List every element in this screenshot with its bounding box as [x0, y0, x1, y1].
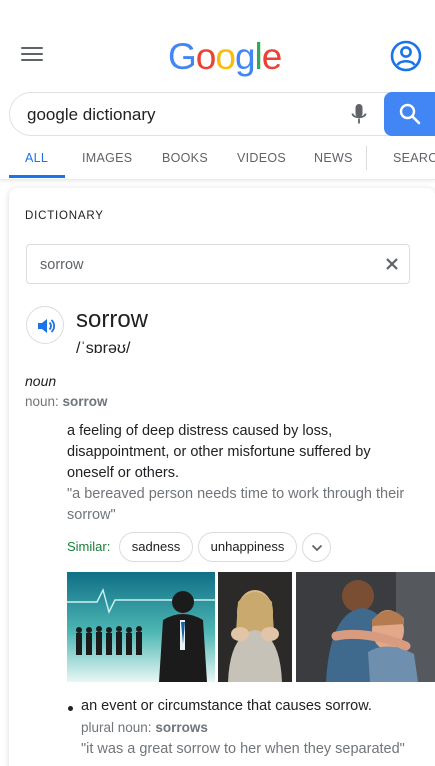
- tab-images[interactable]: IMAGES: [82, 151, 132, 165]
- plural-word: sorrows: [155, 720, 208, 735]
- active-tab-indicator: [9, 175, 65, 178]
- tab-search[interactable]: SEARCH: [393, 151, 435, 165]
- dictionary-search-field[interactable]: sorrow: [26, 244, 410, 284]
- tab-news[interactable]: NEWS: [314, 151, 353, 165]
- similar-chip-sadness[interactable]: sadness: [119, 532, 193, 562]
- search-tabs: ALL IMAGES BOOKS VIDEOS NEWS SEARCH: [0, 140, 435, 180]
- noun-prefix: noun:: [25, 394, 63, 409]
- tab-videos[interactable]: VIDEOS: [237, 151, 286, 165]
- phonetic-transcription: /ˈsɒrəʊ/: [76, 340, 131, 357]
- dictionary-heading: DICTIONARY: [25, 210, 104, 222]
- similar-label: Similar:: [67, 539, 111, 554]
- noun-form: noun: sorrow: [25, 394, 108, 409]
- top-bar: Google: [0, 0, 435, 90]
- image-business-silhouettes[interactable]: [67, 572, 215, 682]
- tab-books[interactable]: BOOKS: [162, 151, 208, 165]
- bullet-point: [68, 706, 73, 711]
- headword: sorrow: [76, 306, 149, 333]
- image-comforting-hug[interactable]: [296, 572, 435, 682]
- dictionary-search-value[interactable]: sorrow: [40, 257, 84, 273]
- pronunciation-speaker-button[interactable]: [26, 306, 64, 344]
- account-circle-icon[interactable]: [389, 39, 423, 73]
- definition-2: an event or circumstance that causes sor…: [81, 698, 372, 714]
- definition-1: a feeling of deep distress caused by los…: [67, 423, 371, 481]
- noun-word: sorrow: [62, 394, 108, 409]
- search-icon: [399, 103, 421, 125]
- tab-all[interactable]: ALL: [25, 151, 48, 165]
- part-of-speech: noun: [25, 373, 57, 389]
- google-logo[interactable]: Google: [168, 36, 282, 78]
- speaker-icon: [38, 319, 56, 333]
- example-1: "a bereaved person needs time to work th…: [67, 486, 405, 523]
- microphone-icon[interactable]: [350, 103, 368, 127]
- chevron-down-icon[interactable]: [302, 533, 331, 562]
- image-sad-person[interactable]: [218, 572, 292, 682]
- close-icon[interactable]: [385, 257, 399, 271]
- plural-form: plural noun: sorrows: [81, 720, 208, 735]
- plural-prefix: plural noun:: [81, 720, 156, 735]
- example-2: "it was a great sorrow to her when they …: [81, 741, 405, 757]
- search-input[interactable]: google dictionary: [27, 105, 156, 125]
- search-button[interactable]: [384, 92, 435, 136]
- search-bar[interactable]: google dictionary: [9, 92, 435, 136]
- similar-chip-unhappiness[interactable]: unhappiness: [198, 532, 297, 562]
- tab-divider: [366, 146, 367, 170]
- dictionary-card: DICTIONARY sorrow sorrow /ˈsɒrəʊ/ noun n…: [9, 188, 435, 766]
- hamburger-menu-icon[interactable]: [21, 47, 43, 65]
